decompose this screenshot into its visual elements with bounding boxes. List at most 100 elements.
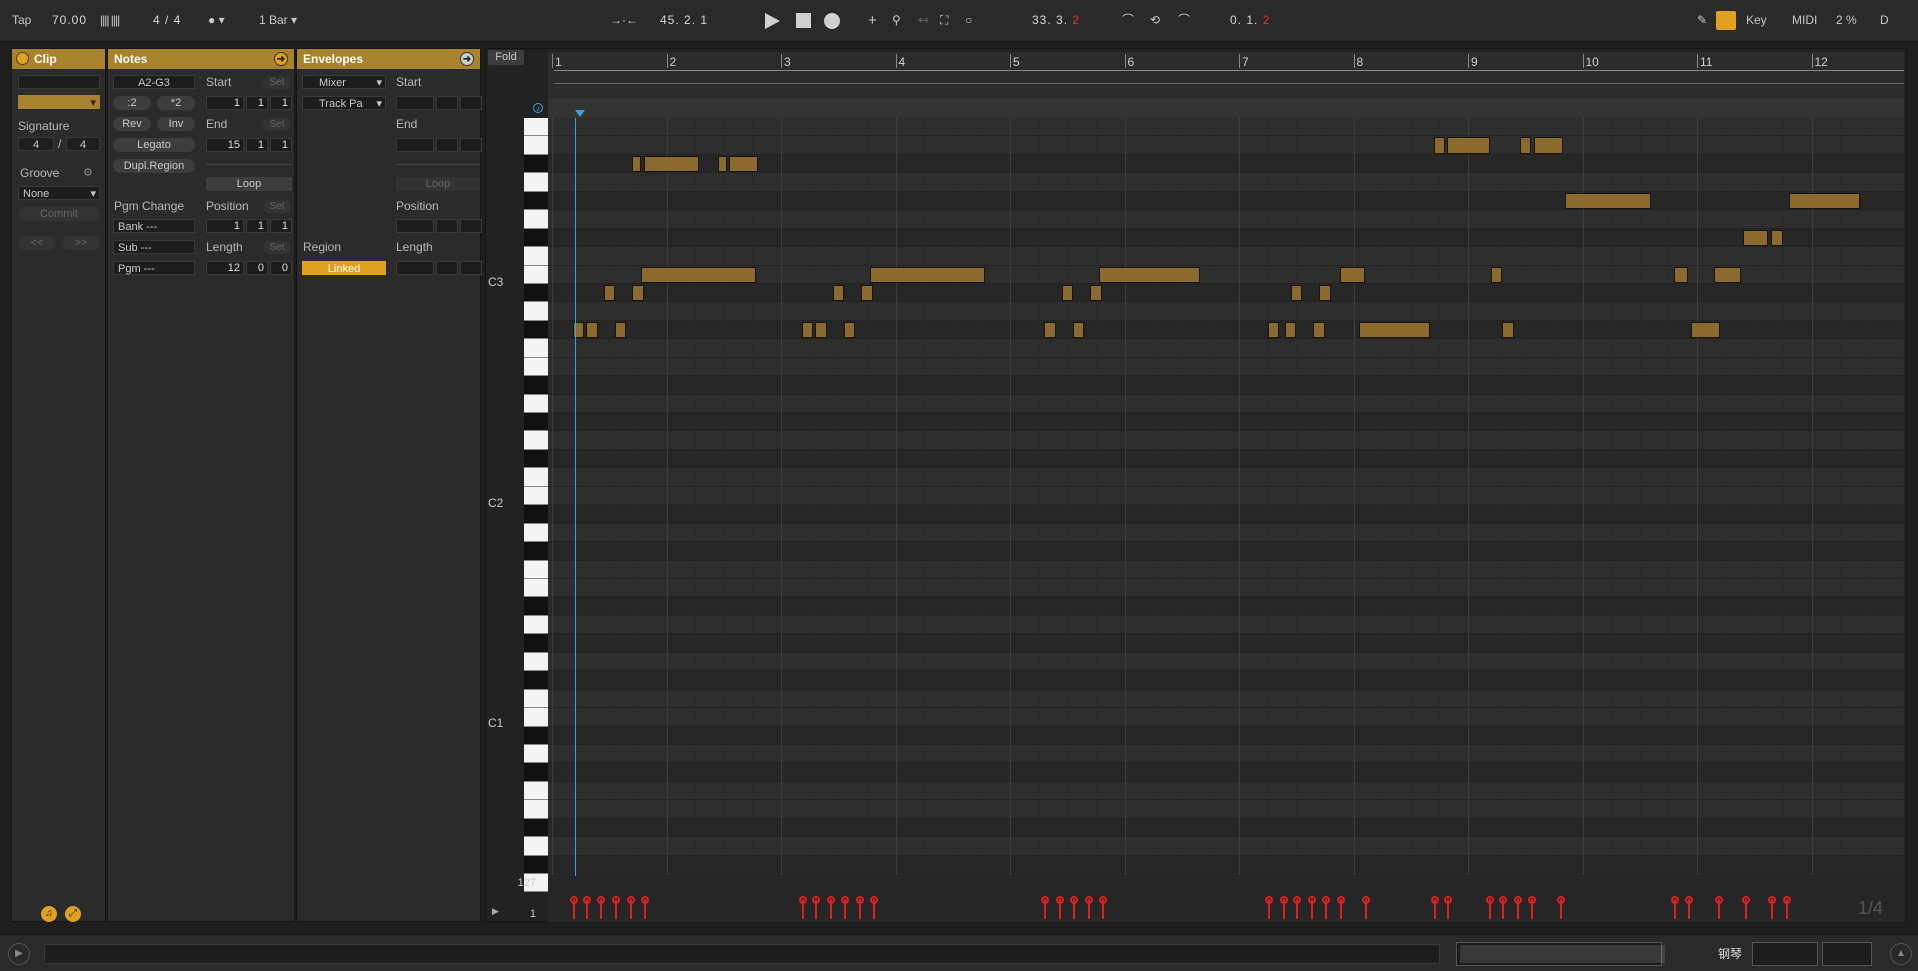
white-key[interactable] xyxy=(524,210,548,229)
velocity-marker[interactable] xyxy=(1444,896,1453,919)
velocity-marker[interactable] xyxy=(1056,896,1065,919)
nudge-buttons[interactable]: |||| |||| xyxy=(100,11,120,30)
midi-note[interactable] xyxy=(815,321,827,339)
midi-note[interactable] xyxy=(1044,321,1056,339)
midi-note[interactable] xyxy=(1290,284,1302,302)
velocity-marker[interactable] xyxy=(611,896,620,919)
commit-button[interactable]: Commit xyxy=(18,207,100,221)
black-key[interactable] xyxy=(524,449,548,469)
position-set-button[interactable]: Set xyxy=(263,200,291,213)
midi-note[interactable] xyxy=(1490,266,1503,283)
midi-note[interactable] xyxy=(861,284,873,302)
env-position-bar[interactable] xyxy=(396,219,434,233)
loop-switch-icon[interactable]: ⟲ xyxy=(1150,11,1160,30)
env-end-beat[interactable] xyxy=(436,138,458,152)
velocity-marker[interactable] xyxy=(827,896,836,919)
midi-note[interactable] xyxy=(1433,137,1446,154)
white-key[interactable] xyxy=(524,136,548,155)
velocity-marker[interactable] xyxy=(569,896,578,919)
signature-numerator[interactable]: 4 xyxy=(18,137,54,151)
half-length-button[interactable]: :2 xyxy=(113,96,151,110)
midi-note[interactable] xyxy=(1090,284,1102,302)
grid-setting[interactable]: 1/4 xyxy=(1858,898,1883,919)
velocity-marker[interactable] xyxy=(1098,896,1107,919)
black-key[interactable] xyxy=(524,634,548,653)
midi-note[interactable] xyxy=(1099,266,1201,283)
midi-note[interactable] xyxy=(843,321,856,339)
midi-note[interactable] xyxy=(1742,229,1768,247)
punch-in-icon[interactable]: ⌒ xyxy=(1122,11,1134,30)
black-key[interactable] xyxy=(524,542,548,561)
white-key[interactable] xyxy=(524,615,548,635)
midi-note[interactable] xyxy=(1267,321,1280,339)
velocity-marker[interactable] xyxy=(1783,896,1792,919)
groove-hot-swap-icon[interactable]: ⚙ xyxy=(83,166,93,179)
env-position-sixteenth[interactable] xyxy=(460,219,482,233)
length-set-button[interactable]: Set xyxy=(263,241,291,254)
midi-note[interactable] xyxy=(1072,321,1085,339)
midi-note[interactable] xyxy=(1788,192,1860,210)
white-key[interactable] xyxy=(524,265,548,284)
note-range-field[interactable]: A2-G3 xyxy=(113,75,195,89)
prev-button[interactable]: << xyxy=(18,236,56,250)
white-key[interactable] xyxy=(524,708,548,727)
beat-time-ruler[interactable]: 1 2 3 4 5 6 7 8 9 10 11 12 xyxy=(548,52,1904,118)
duplicate-region-button[interactable]: Dupl.Region xyxy=(113,159,195,173)
velocity-marker[interactable] xyxy=(1308,896,1317,919)
velocity-marker[interactable] xyxy=(1714,896,1723,919)
start-beat[interactable]: 1 xyxy=(246,96,268,110)
midi-map-button[interactable]: MIDI xyxy=(1792,11,1817,30)
black-key[interactable] xyxy=(524,726,548,745)
re-enable-automation-icon[interactable]: ↤ xyxy=(918,11,928,30)
midi-note[interactable] xyxy=(1691,321,1720,339)
length-bars[interactable]: 12 xyxy=(206,261,244,275)
length-sixteenths[interactable]: 0 xyxy=(270,261,292,275)
bank-field[interactable]: Bank --- xyxy=(113,219,195,233)
track-name[interactable]: 钢琴 xyxy=(1718,942,1746,966)
midi-note[interactable] xyxy=(1313,321,1325,339)
black-key[interactable] xyxy=(524,228,548,248)
white-key[interactable] xyxy=(524,800,548,819)
double-length-button[interactable]: *2 xyxy=(157,96,195,110)
velocity-marker[interactable] xyxy=(1361,896,1370,919)
black-key[interactable] xyxy=(524,191,548,211)
white-key[interactable] xyxy=(524,357,548,377)
velocity-marker[interactable] xyxy=(1556,896,1565,919)
white-key[interactable] xyxy=(524,339,548,358)
midi-note[interactable] xyxy=(718,155,728,173)
black-key[interactable] xyxy=(524,154,548,174)
expand-velocity-icon[interactable]: ▶ xyxy=(492,906,499,917)
device-mini-view-2[interactable] xyxy=(1822,942,1872,966)
start-sixteenth[interactable]: 1 xyxy=(270,96,292,110)
invert-button[interactable]: Inv xyxy=(157,117,195,131)
device-mini-view[interactable] xyxy=(1752,942,1818,966)
loop-start-field[interactable]: 33. 3. 2 xyxy=(1032,11,1080,30)
clip-activator-icon[interactable] xyxy=(16,52,29,65)
velocity-marker[interactable] xyxy=(1514,896,1523,919)
midi-note[interactable] xyxy=(870,266,985,283)
midi-note[interactable] xyxy=(643,155,699,173)
midi-note[interactable] xyxy=(729,155,759,173)
black-key[interactable] xyxy=(524,818,548,838)
env-start-beat[interactable] xyxy=(436,96,458,110)
black-key[interactable] xyxy=(524,413,548,432)
length-beats[interactable]: 0 xyxy=(246,261,268,275)
env-start-sixteenth[interactable] xyxy=(460,96,482,110)
clip-color-select[interactable]: ▾ xyxy=(18,95,100,109)
piano-roll-grid[interactable] xyxy=(548,118,1904,875)
midi-note[interactable] xyxy=(1502,321,1514,339)
end-set-button[interactable]: Set xyxy=(263,118,291,131)
velocity-marker[interactable] xyxy=(1321,896,1330,919)
tap-tempo-button[interactable]: Tap xyxy=(12,11,31,30)
automation-arm-icon[interactable]: ⚲ xyxy=(892,11,901,30)
keyboard-icon[interactable] xyxy=(1716,11,1736,30)
start-set-button[interactable]: Set xyxy=(263,76,291,89)
white-key[interactable] xyxy=(524,173,548,192)
midi-note[interactable] xyxy=(1714,266,1741,283)
midi-note[interactable] xyxy=(1565,192,1652,210)
midi-note[interactable] xyxy=(1339,266,1365,283)
detail-view-toggle-icon[interactable]: ▲ xyxy=(1890,943,1912,965)
draw-mode-icon[interactable]: ✎ xyxy=(1697,11,1707,30)
midi-note[interactable] xyxy=(1319,284,1331,302)
clip-name-field[interactable] xyxy=(18,75,100,89)
